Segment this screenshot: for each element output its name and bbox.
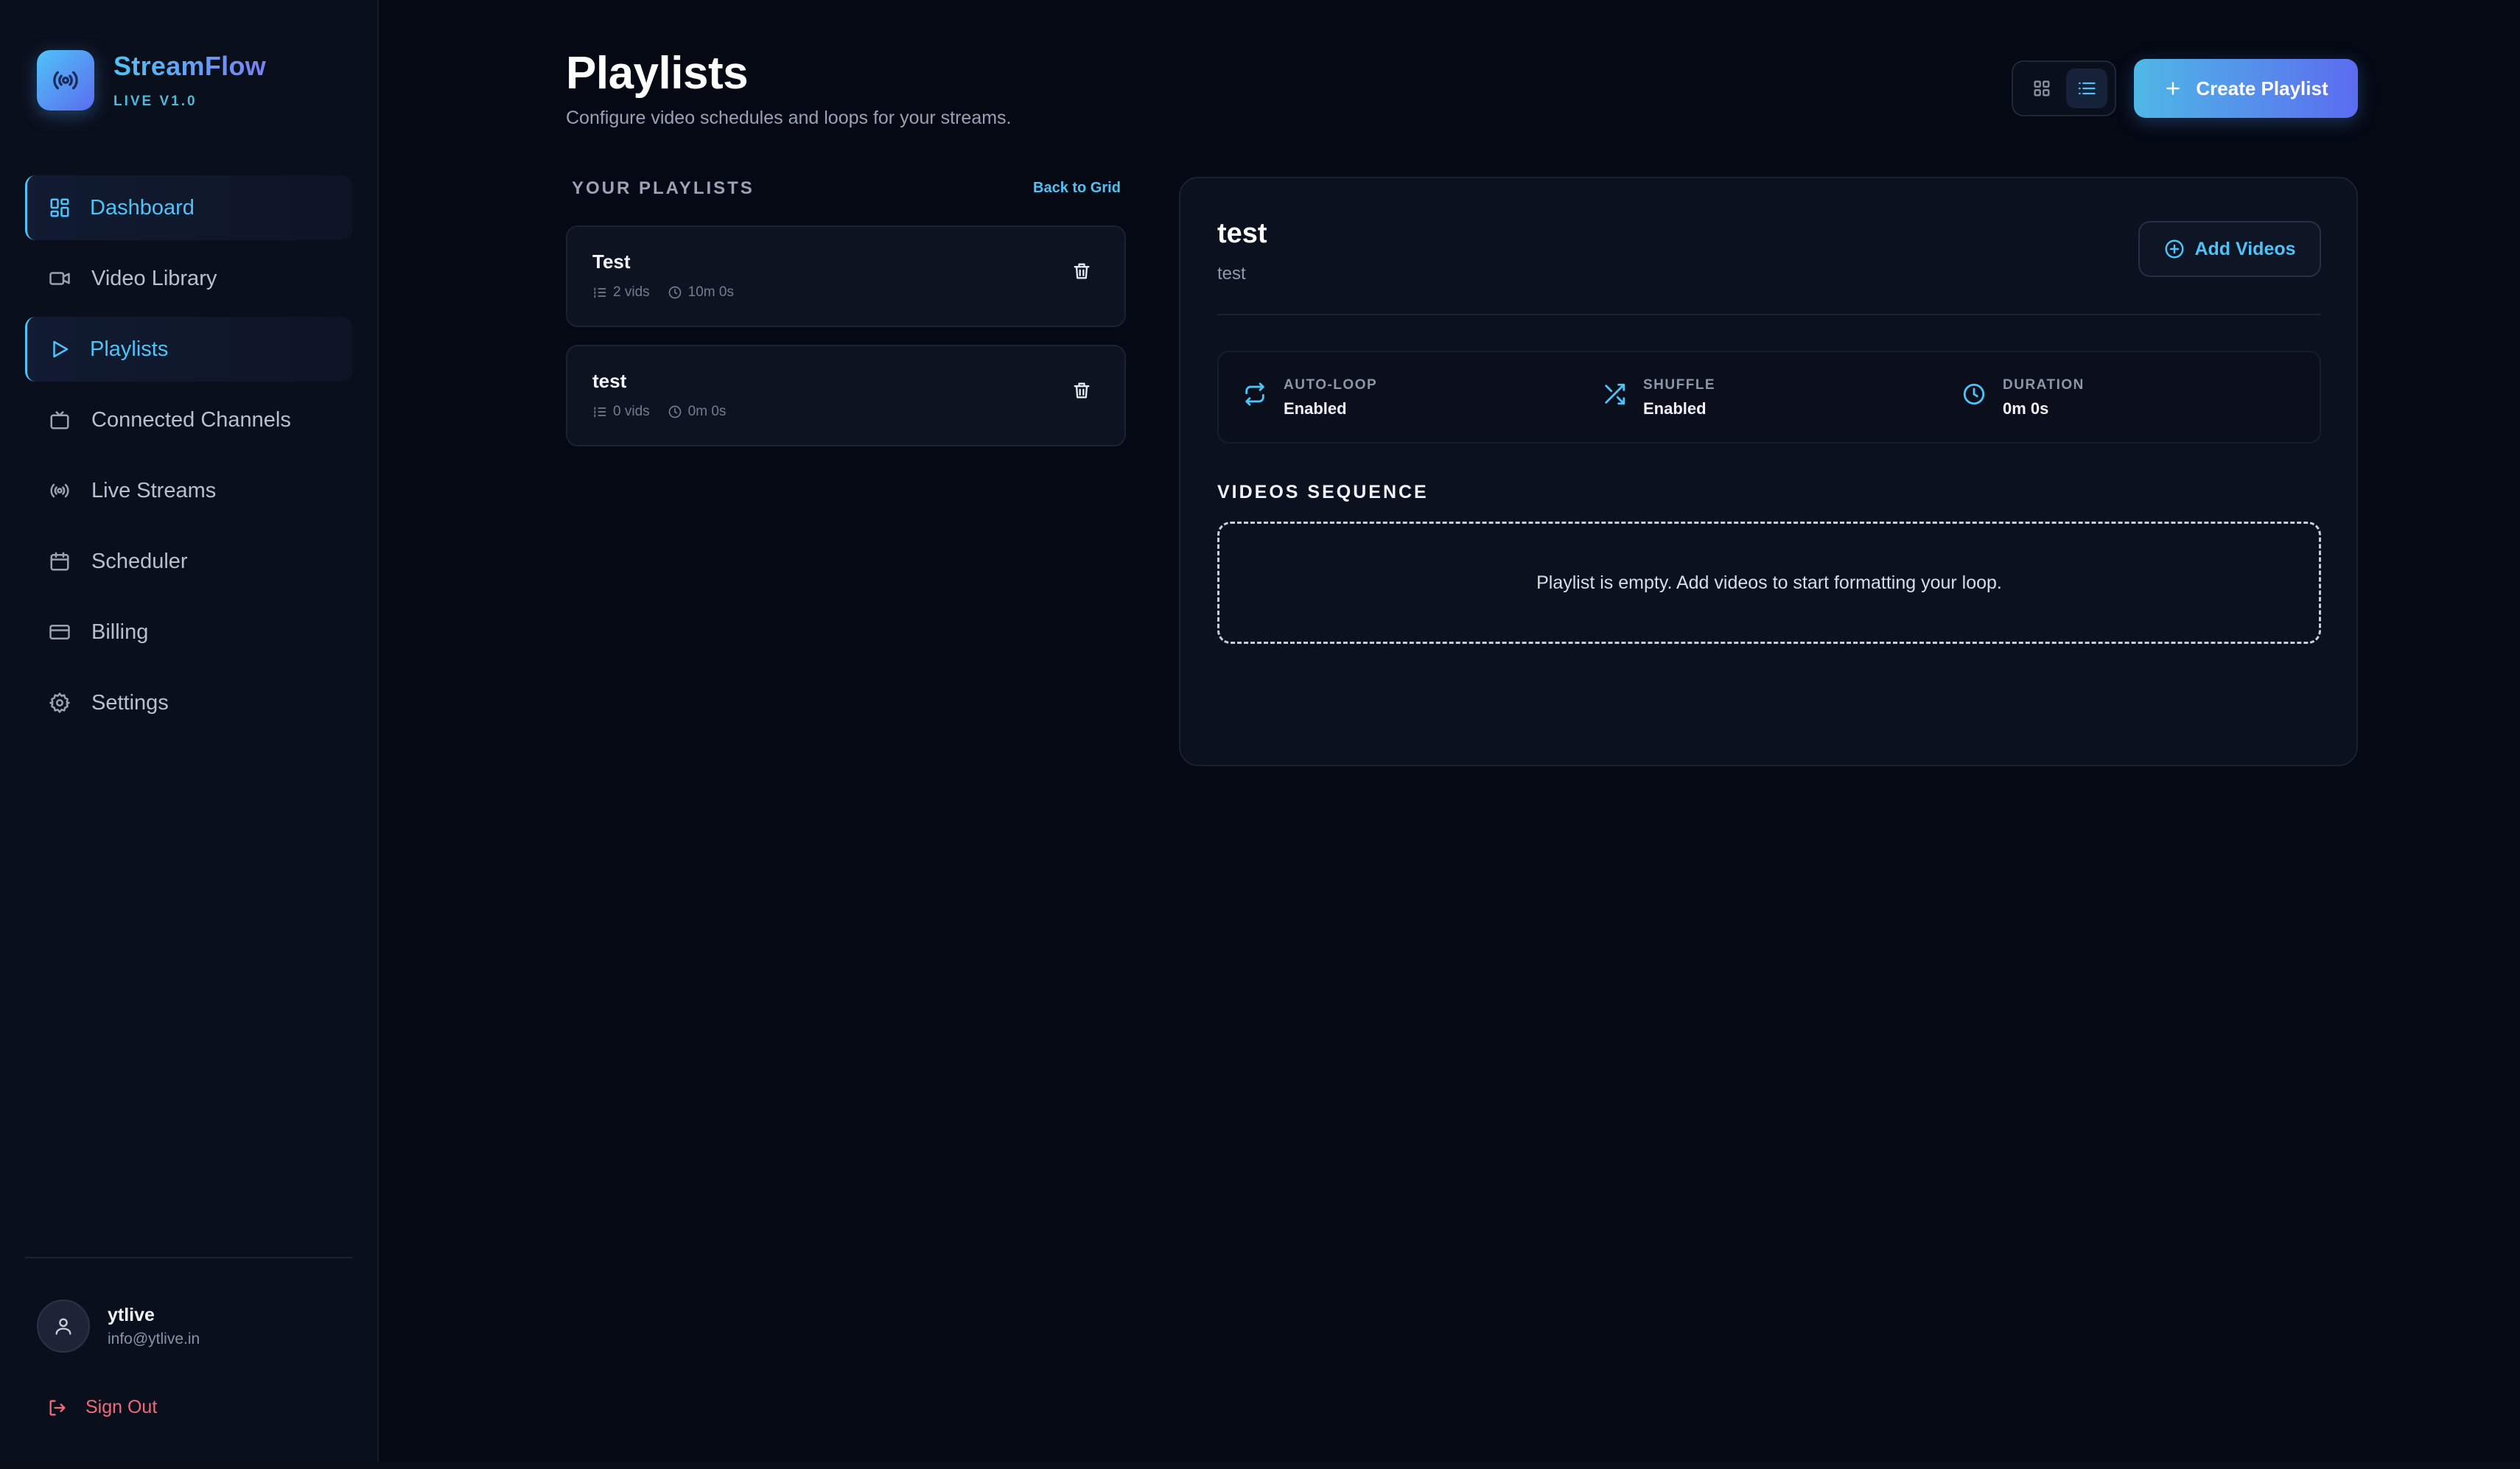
view-toggle [2012, 60, 2116, 116]
playlist-card[interactable]: Test 2 vids 10m 0s [566, 225, 1126, 327]
play-icon [47, 337, 72, 362]
sidebar-divider [25, 1257, 352, 1258]
brand-name: StreamFlow [113, 51, 267, 81]
playlist-title: test [592, 370, 627, 392]
page-subtitle: Configure video schedules and loops for … [566, 108, 1012, 128]
add-videos-button[interactable]: Add Videos [2138, 221, 2321, 277]
plus-icon [2163, 79, 2183, 98]
playlist-duration: 10m 0s [687, 284, 734, 300]
sidebar-item-settings[interactable]: Settings [25, 670, 352, 735]
credit-card-icon [47, 620, 72, 645]
back-to-grid-link[interactable]: Back to Grid [1033, 180, 1121, 197]
sign-out-label: Sign Out [85, 1397, 158, 1417]
playlist-video-count: 0 vids [613, 404, 650, 419]
stat-label: SHUFFLE [1643, 377, 1716, 393]
trash-icon [1071, 261, 1092, 281]
video-icon [47, 266, 72, 291]
sidebar-item-label: Settings [91, 690, 169, 715]
logout-icon [47, 1398, 68, 1418]
grid-view-button[interactable] [2021, 69, 2062, 108]
stat-auto-loop[interactable]: AUTO-LOOP Enabled [1242, 377, 1377, 418]
sidebar-item-live-streams[interactable]: Live Streams [25, 458, 352, 523]
stat-shuffle[interactable]: SHUFFLE Enabled [1602, 377, 1715, 418]
list-view-button[interactable] [2065, 69, 2107, 108]
playlist-meta: 0 vids 0m 0s [592, 404, 726, 420]
sign-out-button[interactable]: Sign Out [47, 1397, 157, 1418]
sidebar-item-label: Billing [91, 620, 149, 644]
sidebar: StreamFlow LIVE V1.0 Dashboard Video Lib… [0, 0, 379, 1469]
brand[interactable]: StreamFlow LIVE V1.0 [37, 50, 266, 111]
user-profile[interactable]: ytlive info@ytlive.in [37, 1300, 200, 1353]
broadcast-logo-icon [37, 50, 94, 111]
broadcast-icon [47, 478, 72, 503]
page-title: Playlists [566, 48, 749, 99]
user-email: info@ytlive.in [108, 1330, 200, 1347]
clock-icon [1961, 382, 1987, 407]
brand-version: LIVE V1.0 [113, 94, 197, 109]
clock-icon [668, 285, 682, 300]
add-videos-label: Add Videos [2194, 238, 2296, 259]
sidebar-item-label: Dashboard [90, 195, 195, 220]
create-playlist-button[interactable]: Create Playlist [2134, 59, 2358, 118]
sidebar-item-connected-channels[interactable]: Connected Channels [25, 388, 352, 452]
trash-icon [1071, 380, 1092, 401]
avatar [37, 1300, 90, 1353]
stat-duration: DURATION 0m 0s [1961, 377, 2085, 418]
empty-playlist-message: Playlist is empty. Add videos to start f… [1536, 572, 2002, 593]
sidebar-item-label: Connected Channels [91, 407, 291, 432]
clock-icon [668, 404, 682, 419]
stat-label: DURATION [2003, 377, 2085, 393]
detail-title: test [1217, 218, 1267, 249]
sidebar-item-label: Scheduler [91, 549, 188, 573]
stat-label: AUTO-LOOP [1284, 377, 1378, 393]
playlist-detail-panel: test test Add Videos AUTO-LOOP Enabled S… [1179, 177, 2358, 766]
stat-value: Enabled [1643, 399, 1707, 418]
stat-value: Enabled [1284, 399, 1347, 418]
bottom-bar [0, 1462, 2520, 1469]
sidebar-item-label: Video Library [91, 266, 217, 290]
playlist-title: Test [592, 250, 631, 273]
stat-value: 0m 0s [2003, 399, 2049, 418]
repeat-icon [1242, 382, 1267, 407]
list-order-icon [592, 285, 607, 300]
playlists-heading: YOUR PLAYLISTS [572, 178, 755, 198]
tv-icon [47, 407, 72, 432]
gear-icon [47, 690, 72, 715]
sidebar-item-label: Playlists [90, 337, 169, 361]
list-order-icon [592, 404, 607, 419]
delete-playlist-button[interactable] [1067, 256, 1096, 286]
sidebar-nav: Dashboard Video Library Playlists Connec… [25, 175, 352, 741]
sidebar-item-video-library[interactable]: Video Library [25, 246, 352, 311]
playlist-meta: 2 vids 10m 0s [592, 284, 734, 301]
user-name: ytlive [108, 1304, 155, 1325]
calendar-icon [47, 549, 72, 574]
playlist-stats: AUTO-LOOP Enabled SHUFFLE Enabled DURATI… [1217, 351, 2321, 443]
plus-circle-icon [2163, 238, 2185, 260]
playlist-video-count: 2 vids [613, 284, 650, 300]
sidebar-item-scheduler[interactable]: Scheduler [25, 529, 352, 594]
sidebar-item-label: Live Streams [91, 478, 217, 502]
sidebar-item-billing[interactable]: Billing [25, 600, 352, 665]
playlist-duration: 0m 0s [687, 404, 727, 419]
shuffle-icon [1602, 382, 1627, 407]
sidebar-item-playlists[interactable]: Playlists [25, 317, 352, 382]
detail-divider [1217, 314, 2321, 315]
delete-playlist-button[interactable] [1067, 376, 1096, 405]
detail-description: test [1217, 264, 1246, 284]
playlist-card[interactable]: test 0 vids 0m 0s [566, 345, 1126, 446]
videos-sequence-heading: VIDEOS SEQUENCE [1217, 482, 1429, 502]
grid-icon [2031, 78, 2052, 99]
list-icon [2076, 78, 2097, 99]
sidebar-item-dashboard[interactable]: Dashboard [25, 175, 352, 240]
create-playlist-label: Create Playlist [2196, 77, 2328, 99]
empty-playlist-dropzone[interactable]: Playlist is empty. Add videos to start f… [1217, 522, 2321, 644]
dashboard-icon [47, 195, 72, 220]
